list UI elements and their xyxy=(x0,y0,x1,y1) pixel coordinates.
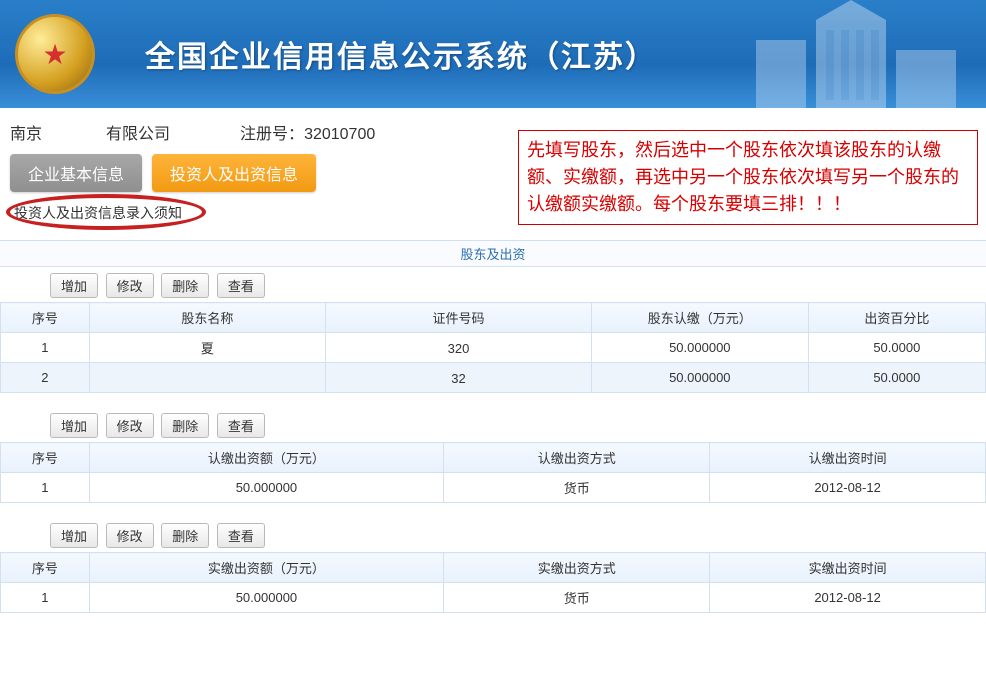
col-time: 认缴出资时间 xyxy=(710,443,986,473)
delete-button[interactable]: 删除 xyxy=(161,523,209,548)
table-row[interactable]: 1 50.000000 货币 2012-08-12 xyxy=(1,473,986,503)
table-row[interactable]: 1 夏 320 50.000000 50.0000 xyxy=(1,333,986,363)
col-method: 实缴出资方式 xyxy=(444,553,710,583)
col-amount: 认缴出资额（万元） xyxy=(89,443,444,473)
subscribed-button-bar: 增加 修改 删除 查看 xyxy=(0,407,986,442)
view-button[interactable]: 查看 xyxy=(217,273,265,298)
paid-table: 序号 实缴出资额（万元） 实缴出资方式 实缴出资时间 1 50.000000 货… xyxy=(0,552,986,613)
col-seq: 序号 xyxy=(1,553,90,583)
col-seq: 序号 xyxy=(1,303,90,333)
subscribed-table: 序号 认缴出资额（万元） 认缴出资方式 认缴出资时间 1 50.000000 货… xyxy=(0,442,986,503)
edit-button[interactable]: 修改 xyxy=(106,273,154,298)
col-name: 股东名称 xyxy=(89,303,325,333)
delete-button[interactable]: 删除 xyxy=(161,413,209,438)
add-button[interactable]: 增加 xyxy=(50,273,98,298)
paid-button-bar: 增加 修改 删除 查看 xyxy=(0,517,986,552)
table-row[interactable]: 1 50.000000 货币 2012-08-12 xyxy=(1,583,986,613)
col-pct: 出资百分比 xyxy=(808,303,985,333)
building-decor-icon xyxy=(736,0,986,108)
section-title-shareholders: 股东及出资 xyxy=(0,240,986,267)
add-button[interactable]: 增加 xyxy=(50,523,98,548)
col-subscribed: 股东认缴（万元） xyxy=(591,303,808,333)
shareholders-table: 序号 股东名称 证件号码 股东认缴（万元） 出资百分比 1 夏 320 50.0… xyxy=(0,302,986,393)
edit-button[interactable]: 修改 xyxy=(106,523,154,548)
add-button[interactable]: 增加 xyxy=(50,413,98,438)
emblem-icon xyxy=(15,14,95,94)
view-button[interactable]: 查看 xyxy=(217,523,265,548)
company-name: 南京 有限公司 xyxy=(10,120,170,144)
table-row[interactable]: 2 32 50.000000 50.0000 xyxy=(1,363,986,393)
page-header: 全国企业信用信息公示系统（江苏） xyxy=(0,0,986,108)
tab-investor-info[interactable]: 投资人及出资信息 xyxy=(152,154,316,192)
page-title: 全国企业信用信息公示系统（江苏） xyxy=(145,32,657,76)
col-idno: 证件号码 xyxy=(326,303,592,333)
delete-button[interactable]: 删除 xyxy=(161,273,209,298)
col-amount: 实缴出资额（万元） xyxy=(89,553,444,583)
registration-number: 注册号：32010700 xyxy=(240,120,439,144)
col-time: 实缴出资时间 xyxy=(710,553,986,583)
instruction-annotation: 先填写股东，然后选中一个股东依次填该股东的认缴额、实缴额，再选中另一个股东依次填… xyxy=(518,130,978,225)
col-seq: 序号 xyxy=(1,443,90,473)
view-button[interactable]: 查看 xyxy=(217,413,265,438)
edit-button[interactable]: 修改 xyxy=(106,413,154,438)
tab-basic-info[interactable]: 企业基本信息 xyxy=(10,154,142,192)
col-method: 认缴出资方式 xyxy=(444,443,710,473)
shareholders-button-bar: 增加 修改 删除 查看 xyxy=(0,267,986,302)
